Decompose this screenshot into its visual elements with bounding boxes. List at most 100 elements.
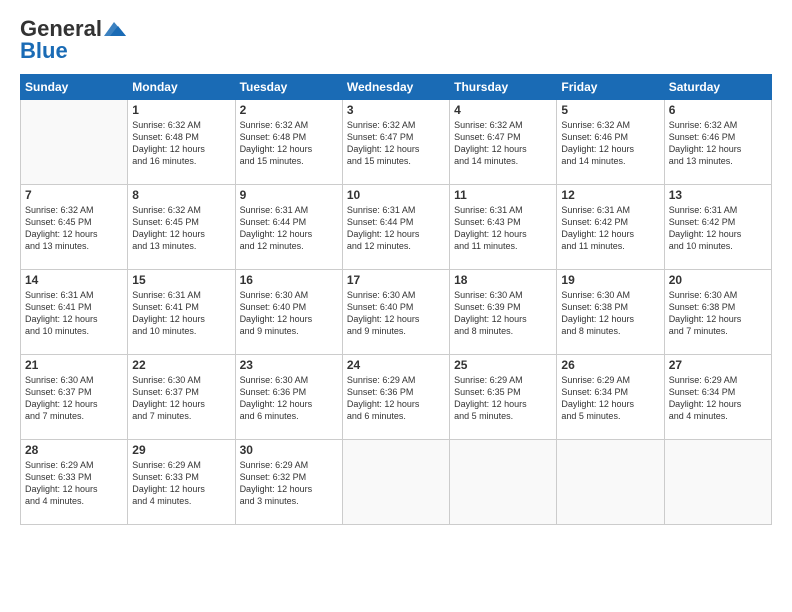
logo: General Blue [20,16,126,64]
week-row-3: 14 Sunrise: 6:31 AMSunset: 6:41 PMDayligh… [21,270,772,355]
day-info: Sunrise: 6:30 AMSunset: 6:36 PMDaylight:… [240,374,338,423]
week-row-2: 7 Sunrise: 6:32 AMSunset: 6:45 PMDaylight… [21,185,772,270]
weekday-tuesday: Tuesday [235,75,342,100]
day-info: Sunrise: 6:32 AMSunset: 6:45 PMDaylight:… [132,204,230,253]
day-cell: 2 Sunrise: 6:32 AMSunset: 6:48 PMDaylight… [235,100,342,185]
day-number: 4 [454,103,552,117]
day-number: 12 [561,188,659,202]
weekday-saturday: Saturday [664,75,771,100]
day-info: Sunrise: 6:32 AMSunset: 6:48 PMDaylight:… [240,119,338,168]
day-number: 15 [132,273,230,287]
day-cell: 11 Sunrise: 6:31 AMSunset: 6:43 PMDayligh… [450,185,557,270]
day-info: Sunrise: 6:31 AMSunset: 6:41 PMDaylight:… [25,289,123,338]
day-info: Sunrise: 6:32 AMSunset: 6:48 PMDaylight:… [132,119,230,168]
day-cell: 25 Sunrise: 6:29 AMSunset: 6:35 PMDayligh… [450,355,557,440]
day-info: Sunrise: 6:29 AMSunset: 6:33 PMDaylight:… [132,459,230,508]
day-info: Sunrise: 6:29 AMSunset: 6:34 PMDaylight:… [561,374,659,423]
day-number: 22 [132,358,230,372]
day-cell: 5 Sunrise: 6:32 AMSunset: 6:46 PMDaylight… [557,100,664,185]
day-cell: 10 Sunrise: 6:31 AMSunset: 6:44 PMDayligh… [342,185,449,270]
day-number: 13 [669,188,767,202]
day-info: Sunrise: 6:31 AMSunset: 6:44 PMDaylight:… [240,204,338,253]
day-cell: 12 Sunrise: 6:31 AMSunset: 6:42 PMDayligh… [557,185,664,270]
weekday-thursday: Thursday [450,75,557,100]
day-number: 16 [240,273,338,287]
day-info: Sunrise: 6:31 AMSunset: 6:41 PMDaylight:… [132,289,230,338]
day-number: 11 [454,188,552,202]
day-number: 10 [347,188,445,202]
day-number: 30 [240,443,338,457]
weekday-header-row: SundayMondayTuesdayWednesdayThursdayFrid… [21,75,772,100]
logo-blue: Blue [20,38,68,64]
day-info: Sunrise: 6:31 AMSunset: 6:44 PMDaylight:… [347,204,445,253]
day-cell [664,440,771,525]
day-cell: 19 Sunrise: 6:30 AMSunset: 6:38 PMDayligh… [557,270,664,355]
day-cell [342,440,449,525]
day-cell: 1Sunrise: 6:32 AMSunset: 6:48 PMDaylight… [128,100,235,185]
day-number: 5 [561,103,659,117]
day-number: 24 [347,358,445,372]
day-info: Sunrise: 6:32 AMSunset: 6:47 PMDaylight:… [347,119,445,168]
day-number: 3 [347,103,445,117]
day-number: 25 [454,358,552,372]
weekday-friday: Friday [557,75,664,100]
day-info: Sunrise: 6:32 AMSunset: 6:46 PMDaylight:… [669,119,767,168]
day-number: 6 [669,103,767,117]
calendar: SundayMondayTuesdayWednesdayThursdayFrid… [20,74,772,525]
day-number: 2 [240,103,338,117]
day-cell: 14 Sunrise: 6:31 AMSunset: 6:41 PMDayligh… [21,270,128,355]
day-number: 26 [561,358,659,372]
day-info: Sunrise: 6:30 AMSunset: 6:37 PMDaylight:… [132,374,230,423]
day-cell: 7 Sunrise: 6:32 AMSunset: 6:45 PMDaylight… [21,185,128,270]
day-cell: 15 Sunrise: 6:31 AMSunset: 6:41 PMDayligh… [128,270,235,355]
day-info: Sunrise: 6:30 AMSunset: 6:37 PMDaylight:… [25,374,123,423]
week-row-1: 1Sunrise: 6:32 AMSunset: 6:48 PMDaylight… [21,100,772,185]
day-cell: 26 Sunrise: 6:29 AMSunset: 6:34 PMDayligh… [557,355,664,440]
day-number: 8 [132,188,230,202]
weekday-monday: Monday [128,75,235,100]
day-info: Sunrise: 6:31 AMSunset: 6:43 PMDaylight:… [454,204,552,253]
day-info: Sunrise: 6:30 AMSunset: 6:40 PMDaylight:… [240,289,338,338]
page: General Blue SundayMondayTuesdayWednesda… [0,0,792,612]
day-number: 7 [25,188,123,202]
weekday-wednesday: Wednesday [342,75,449,100]
day-info: Sunrise: 6:30 AMSunset: 6:38 PMDaylight:… [561,289,659,338]
weekday-sunday: Sunday [21,75,128,100]
day-info: Sunrise: 6:30 AMSunset: 6:39 PMDaylight:… [454,289,552,338]
day-info: Sunrise: 6:29 AMSunset: 6:34 PMDaylight:… [669,374,767,423]
day-info: Sunrise: 6:32 AMSunset: 6:46 PMDaylight:… [561,119,659,168]
day-number: 28 [25,443,123,457]
day-info: Sunrise: 6:31 AMSunset: 6:42 PMDaylight:… [561,204,659,253]
calendar-body: 1Sunrise: 6:32 AMSunset: 6:48 PMDaylight… [21,100,772,525]
day-info: Sunrise: 6:30 AMSunset: 6:38 PMDaylight:… [669,289,767,338]
day-cell: 8 Sunrise: 6:32 AMSunset: 6:45 PMDaylight… [128,185,235,270]
day-cell: 21 Sunrise: 6:30 AMSunset: 6:37 PMDayligh… [21,355,128,440]
day-cell: 13Sunrise: 6:31 AMSunset: 6:42 PMDayligh… [664,185,771,270]
day-cell [450,440,557,525]
day-info: Sunrise: 6:29 AMSunset: 6:35 PMDaylight:… [454,374,552,423]
day-cell: 6 Sunrise: 6:32 AMSunset: 6:46 PMDaylight… [664,100,771,185]
day-cell: 18 Sunrise: 6:30 AMSunset: 6:39 PMDayligh… [450,270,557,355]
day-cell: 17 Sunrise: 6:30 AMSunset: 6:40 PMDayligh… [342,270,449,355]
day-number: 14 [25,273,123,287]
day-number: 18 [454,273,552,287]
day-cell: 30Sunrise: 6:29 AMSunset: 6:32 PMDayligh… [235,440,342,525]
day-cell: 28Sunrise: 6:29 AMSunset: 6:33 PMDayligh… [21,440,128,525]
day-cell: 24 Sunrise: 6:29 AMSunset: 6:36 PMDayligh… [342,355,449,440]
day-number: 19 [561,273,659,287]
day-cell: 16 Sunrise: 6:30 AMSunset: 6:40 PMDayligh… [235,270,342,355]
day-number: 27 [669,358,767,372]
day-number: 9 [240,188,338,202]
logo-icon [104,22,126,36]
day-info: Sunrise: 6:29 AMSunset: 6:36 PMDaylight:… [347,374,445,423]
day-info: Sunrise: 6:30 AMSunset: 6:40 PMDaylight:… [347,289,445,338]
week-row-5: 28 Sunrise: 6:29 AMSunset: 6:33 PMDayligh… [21,440,772,525]
day-info: Sunrise: 6:32 AMSunset: 6:45 PMDaylight:… [25,204,123,253]
day-cell: 23 Sunrise: 6:30 AMSunset: 6:36 PMDayligh… [235,355,342,440]
day-cell: 3 Sunrise: 6:32 AMSunset: 6:47 PMDaylight… [342,100,449,185]
day-number: 21 [25,358,123,372]
day-number: 17 [347,273,445,287]
day-cell [21,100,128,185]
day-number: 29 [132,443,230,457]
day-number: 23 [240,358,338,372]
